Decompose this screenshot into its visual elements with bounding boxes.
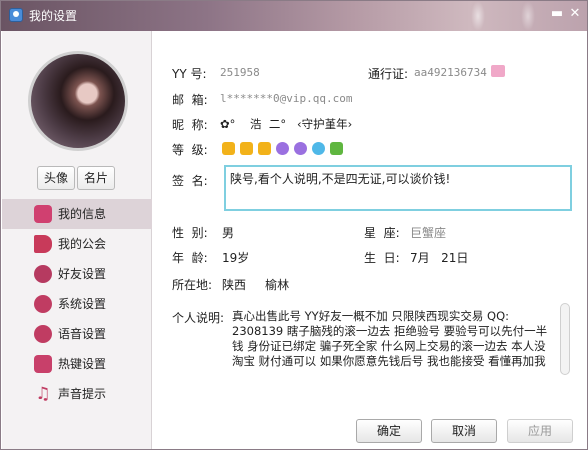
description-label: 个人说明:: [172, 311, 225, 325]
gear-icon: [34, 295, 52, 313]
title-bar-decoration: [471, 1, 485, 31]
gender-value: 男: [222, 226, 235, 240]
email-label: 邮 箱:: [172, 93, 208, 107]
pass-label: 通行证:: [368, 67, 409, 81]
profile-panel: YY 号: 251958 通行证: aa492136734 邮 箱: l****…: [152, 31, 587, 449]
sidebar-item-friend-settings[interactable]: 好友设置: [2, 259, 152, 289]
sidebar-item-label: 我的公会: [58, 237, 107, 251]
title-bar-decoration: [521, 1, 535, 31]
yy-number-label: YY 号:: [172, 67, 207, 81]
sidebar-item-label: 我的信息: [58, 207, 107, 221]
minimize-icon[interactable]: ▬: [549, 6, 565, 22]
tab-avatar[interactable]: 头像: [37, 166, 75, 190]
moon-icon: [294, 142, 307, 155]
location-label: 所在地:: [172, 278, 213, 292]
tab-card[interactable]: 名片: [77, 166, 115, 190]
sidebar-item-voice-settings[interactable]: 语音设置: [2, 319, 152, 349]
email-value: l*******0@vip.qq.com: [220, 92, 353, 105]
birthday-value: 7月 21日: [410, 251, 469, 265]
signature-label: 签 名:: [172, 174, 208, 188]
profile-card-icon: [34, 205, 52, 223]
flag-icon: [34, 235, 52, 253]
pass-value: aa492136734: [414, 66, 487, 79]
zodiac-value: 巨蟹座: [410, 226, 447, 240]
sidebar: 头像 名片 我的信息 我的公会 好友设置 系统设置 语音设置 热键设置 ♫ 声音: [2, 31, 152, 449]
sidebar-item-label: 好友设置: [58, 267, 107, 281]
keyboard-icon: [34, 355, 52, 373]
cancel-button[interactable]: 取消: [431, 419, 497, 443]
crown-icon: [240, 142, 253, 155]
music-note-icon: ♫: [35, 384, 51, 404]
edit-icon[interactable]: [491, 65, 505, 77]
sidebar-item-label: 声音提示: [58, 387, 107, 401]
description-scrollbar[interactable]: [560, 303, 570, 375]
level-label: 等 级:: [172, 143, 208, 157]
diamond-icon: [312, 142, 325, 155]
location-value: 陕西 榆林: [222, 278, 290, 292]
nickname-value: ✿° 浩 二° ‹守护堇年›: [220, 117, 353, 131]
sidebar-item-label: 热键设置: [58, 357, 107, 371]
ok-button[interactable]: 确定: [356, 419, 422, 443]
crown-icon: [258, 142, 271, 155]
age-value: 19岁: [222, 251, 250, 265]
description-text: 真心出售此号 YY好友一概不加 只限陕西现实交易 QQ: 2308139 瞎子脑…: [232, 309, 548, 368]
age-label: 年 龄:: [172, 251, 208, 265]
moon-icon: [276, 142, 289, 155]
speaker-icon: [34, 325, 52, 343]
nickname-label: 昵 称:: [172, 118, 208, 132]
sidebar-item-hotkey-settings[interactable]: 热键设置: [2, 349, 152, 379]
zodiac-label: 星 座:: [364, 226, 400, 240]
apply-button[interactable]: 应用: [507, 419, 573, 443]
avatar: [28, 51, 128, 151]
yy-number-value: 251958: [220, 66, 260, 79]
sidebar-item-label: 系统设置: [58, 297, 107, 311]
app-logo-icon: [9, 8, 23, 22]
clover-icon: [330, 142, 343, 155]
birthday-label: 生 日:: [364, 251, 400, 265]
close-icon[interactable]: ✕: [567, 6, 583, 22]
friends-icon: [34, 265, 52, 283]
title-bar: 我的设置 ▬ ✕: [1, 1, 587, 31]
sidebar-item-system-settings[interactable]: 系统设置: [2, 289, 152, 319]
gender-label: 性 别:: [172, 226, 208, 240]
settings-window: 我的设置 ▬ ✕ 头像 名片 我的信息 我的公会 好友设置 系统设置 语音设置: [0, 0, 588, 450]
sidebar-item-my-guild[interactable]: 我的公会: [2, 229, 152, 259]
sidebar-item-label: 语音设置: [58, 327, 107, 341]
sidebar-item-sound-prompt[interactable]: ♫ 声音提示: [2, 379, 152, 409]
sidebar-item-my-info[interactable]: 我的信息: [2, 199, 152, 229]
crown-icon: [222, 142, 235, 155]
window-title: 我的设置: [29, 9, 78, 23]
signature-field[interactable]: 陕号,看个人说明,不是四无证,可以谈价钱!: [224, 165, 572, 211]
